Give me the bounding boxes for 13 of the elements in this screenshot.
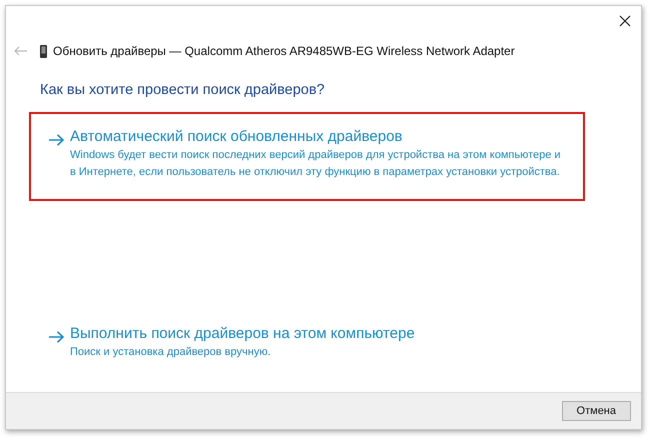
option-link[interactable]: Выполнить поиск драйверов на этом компьютере Поиск и установка драйверов вручную. [29,309,585,381]
option-title: Выполнить поиск драйверов на этом компьютере [70,325,415,342]
option-title: Автоматический поиск обновленных драйверов [70,128,404,145]
option-description: Поиск и установка драйверов вручную. [70,345,272,360]
arrow-icon [49,134,64,146]
window-title: Обновить драйверы — Qualcomm Atheros AR9485WB-EG Wireless Network Adapter [53,44,515,58]
device-icon [40,44,47,58]
arrow-icon [49,331,64,343]
option-description: Windows будет вести поиск последних версий драйверов для устройства на этом компьютере и в Интернете, если пользователь не отключил эту функцию в параметрах установки устройства. [70,148,562,180]
cancel-button[interactable]: Отмена [562,401,631,421]
close-icon[interactable] [619,15,631,27]
highlighted-option[interactable] [29,112,585,201]
dialog-heading: Как вы хотите провести поиск драйверов? [39,81,326,98]
